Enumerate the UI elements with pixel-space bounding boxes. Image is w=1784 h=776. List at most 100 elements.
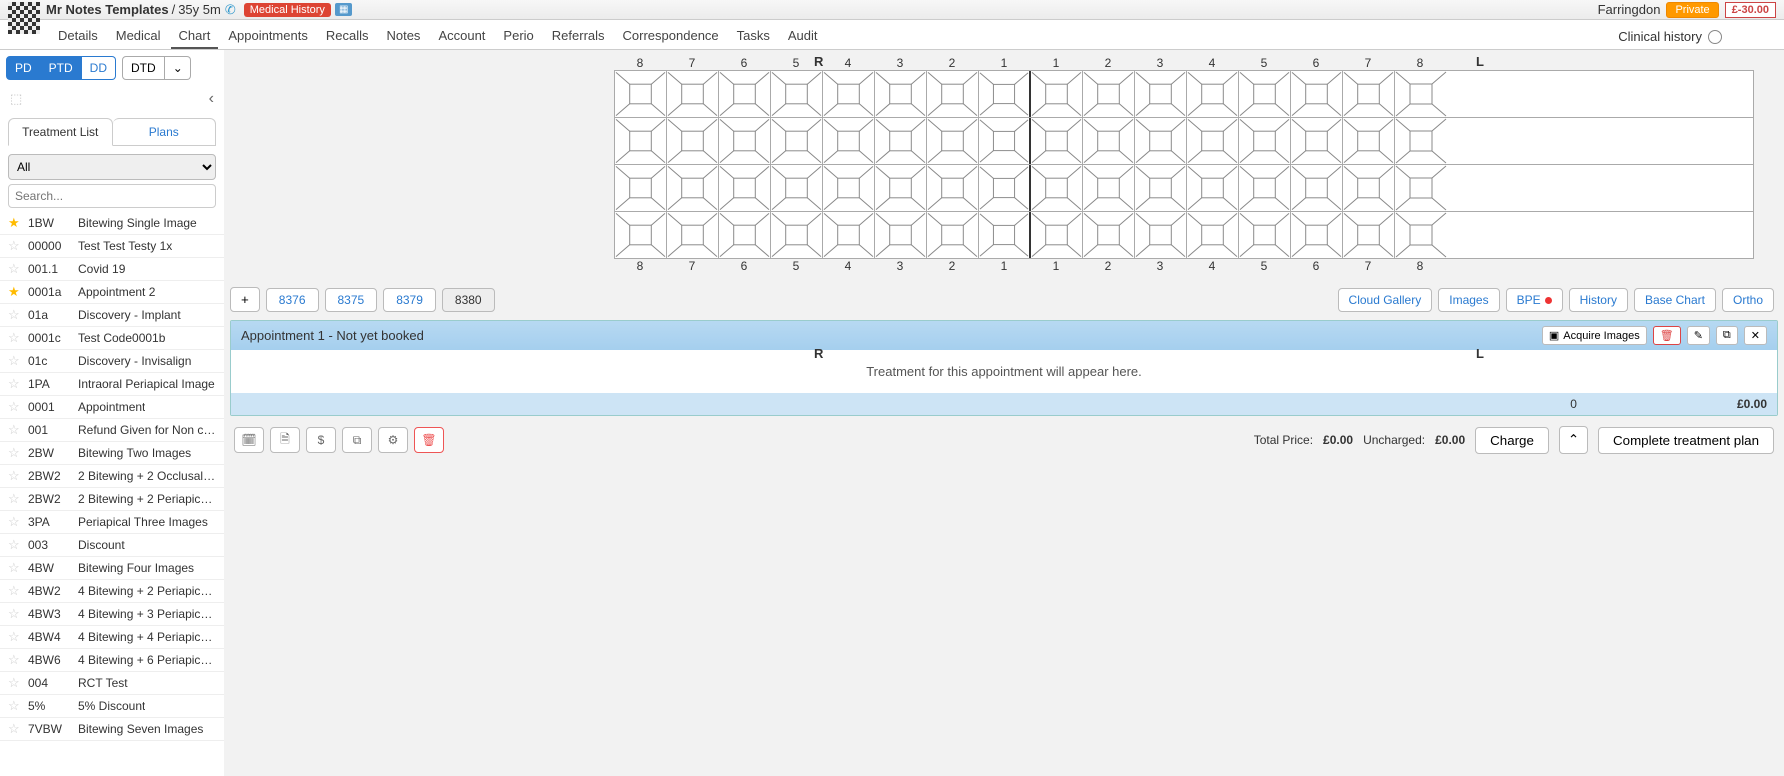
tooth-cell[interactable] (1395, 165, 1447, 211)
tooth-cell[interactable] (979, 212, 1031, 258)
tooth-cell[interactable] (1083, 212, 1135, 258)
tooth-cell[interactable] (615, 212, 667, 258)
filter-select[interactable]: All (8, 154, 216, 180)
tab-notes[interactable]: Notes (378, 24, 428, 49)
tooth-cell[interactable] (615, 118, 667, 164)
tooth-cell[interactable] (667, 71, 719, 117)
collapse-sidebar-icon[interactable]: ‹ (209, 90, 214, 108)
tooth-cell[interactable] (875, 71, 927, 117)
treatment-item[interactable]: ☆ 4BW Bitewing Four Images (0, 557, 224, 580)
tooth-cell[interactable] (1395, 71, 1447, 117)
tooth-cell[interactable] (1083, 118, 1135, 164)
plan-tab-8375[interactable]: 8375 (325, 288, 378, 312)
tooth-cell[interactable] (1239, 118, 1291, 164)
tooth-cell[interactable] (1291, 118, 1343, 164)
note-badge[interactable]: ▦ (335, 3, 352, 16)
tab-audit[interactable]: Audit (780, 24, 826, 49)
treatment-item[interactable]: ☆ 00000 Test Test Testy 1x (0, 235, 224, 258)
treatment-item[interactable]: ☆ 4BW4 4 Bitewing + 4 Periapical Im... (0, 626, 224, 649)
bpe-button[interactable]: BPE (1506, 288, 1563, 312)
payment-button[interactable]: $ (306, 427, 336, 453)
medical-history-badge[interactable]: Medical History (244, 3, 331, 17)
treatment-item[interactable]: ☆ 004 RCT Test (0, 672, 224, 695)
treatment-item[interactable]: ☆ 7VBW Bitewing Seven Images (0, 718, 224, 741)
tooth-cell[interactable] (719, 212, 771, 258)
acquire-images-button[interactable]: ▣ Acquire Images (1542, 326, 1647, 345)
star-icon[interactable]: ☆ (8, 560, 22, 576)
gear-icon[interactable] (1708, 30, 1722, 44)
settings-button[interactable]: ⚙ (378, 427, 408, 453)
treatment-item[interactable]: ☆ 0001c Test Code0001b (0, 327, 224, 350)
tooth-cell[interactable] (1083, 165, 1135, 211)
tooth-cell[interactable] (667, 165, 719, 211)
star-icon[interactable]: ☆ (8, 261, 22, 277)
star-icon[interactable]: ☆ (8, 445, 22, 461)
treatment-item[interactable]: ☆ 003 Discount (0, 534, 224, 557)
tab-medical[interactable]: Medical (108, 24, 169, 49)
ortho-button[interactable]: Ortho (1722, 288, 1774, 312)
edit-appointment-button[interactable]: ✎ (1687, 326, 1710, 345)
treatment-item[interactable]: ☆ 001.1 Covid 19 (0, 258, 224, 281)
star-icon[interactable]: ☆ (8, 399, 22, 415)
tooth-cell[interactable] (1135, 212, 1187, 258)
payor-button[interactable]: Private (1666, 2, 1718, 18)
tab-correspondence[interactable]: Correspondence (615, 24, 727, 49)
tooth-cell[interactable] (667, 212, 719, 258)
dd-button[interactable]: DD (82, 56, 116, 80)
tab-details[interactable]: Details (50, 24, 106, 49)
star-icon[interactable]: ☆ (8, 606, 22, 622)
copy-appointment-button[interactable]: ⧉ (1716, 326, 1738, 345)
plan-tab-8376[interactable]: 8376 (266, 288, 319, 312)
treatment-item[interactable]: ☆ 01a Discovery - Implant (0, 304, 224, 327)
tooth-cell[interactable] (719, 165, 771, 211)
star-icon[interactable]: ☆ (8, 307, 22, 323)
tab-tasks[interactable]: Tasks (729, 24, 778, 49)
tooth-cell[interactable] (1239, 71, 1291, 117)
balance-badge[interactable]: £-30.00 (1725, 2, 1776, 18)
treatment-item[interactable]: ☆ 2BW2 2 Bitewing + 2 Periapical Im... (0, 488, 224, 511)
star-icon[interactable]: ☆ (8, 698, 22, 714)
document-button[interactable]: 🗎 (270, 427, 300, 453)
treatment-item[interactable]: ☆ 2BW Bitewing Two Images (0, 442, 224, 465)
tab-plans[interactable]: Plans (113, 118, 217, 146)
images-button[interactable]: Images (1438, 288, 1499, 312)
treatment-item[interactable]: ☆ 2BW2 2 Bitewing + 2 Occlusal Ima... (0, 465, 224, 488)
clinical-history-link[interactable]: Clinical history (1618, 29, 1702, 44)
tooth-chart-grid[interactable] (254, 70, 1754, 259)
tooth-cell[interactable] (979, 118, 1031, 164)
tooth-cell[interactable] (823, 212, 875, 258)
tooth-cell[interactable] (1291, 71, 1343, 117)
tooth-cell[interactable] (1031, 71, 1083, 117)
tooth-cell[interactable] (1135, 165, 1187, 211)
star-icon[interactable]: ☆ (8, 491, 22, 507)
tooth-cell[interactable] (823, 165, 875, 211)
tooth-cell[interactable] (875, 165, 927, 211)
tooth-cell[interactable] (1395, 212, 1447, 258)
tooth-cell[interactable] (1135, 71, 1187, 117)
star-icon[interactable]: ★ (8, 215, 22, 231)
tooth-cell[interactable] (1031, 118, 1083, 164)
delete-appointment-button[interactable]: 🗑 (1653, 326, 1681, 345)
close-appointment-button[interactable]: ✕ (1744, 326, 1767, 345)
tab-recalls[interactable]: Recalls (318, 24, 377, 49)
tooth-cell[interactable] (771, 212, 823, 258)
history-button[interactable]: History (1569, 288, 1628, 312)
star-icon[interactable]: ★ (8, 284, 22, 300)
tooth-cell[interactable] (1343, 212, 1395, 258)
star-icon[interactable]: ☆ (8, 468, 22, 484)
treatment-item[interactable]: ☆ 3PA Periapical Three Images (0, 511, 224, 534)
star-icon[interactable]: ☆ (8, 629, 22, 645)
tooth-cell[interactable] (1239, 165, 1291, 211)
treatment-item[interactable]: ★ 1BW Bitewing Single Image (0, 212, 224, 235)
treatment-item[interactable]: ☆ 0001 Appointment (0, 396, 224, 419)
star-icon[interactable]: ☆ (8, 583, 22, 599)
tooth-cell[interactable] (667, 118, 719, 164)
charge-dropdown[interactable]: ⌃ (1559, 426, 1588, 454)
treatment-list[interactable]: ★ 1BW Bitewing Single Image☆ 00000 Test … (0, 212, 224, 758)
star-icon[interactable]: ☆ (8, 376, 22, 392)
star-icon[interactable]: ☆ (8, 675, 22, 691)
charge-button[interactable]: Charge (1475, 427, 1549, 454)
treatment-item[interactable]: ☆ 5% 5% Discount (0, 695, 224, 718)
tooth-cell[interactable] (1187, 212, 1239, 258)
tooth-cell[interactable] (1031, 165, 1083, 211)
